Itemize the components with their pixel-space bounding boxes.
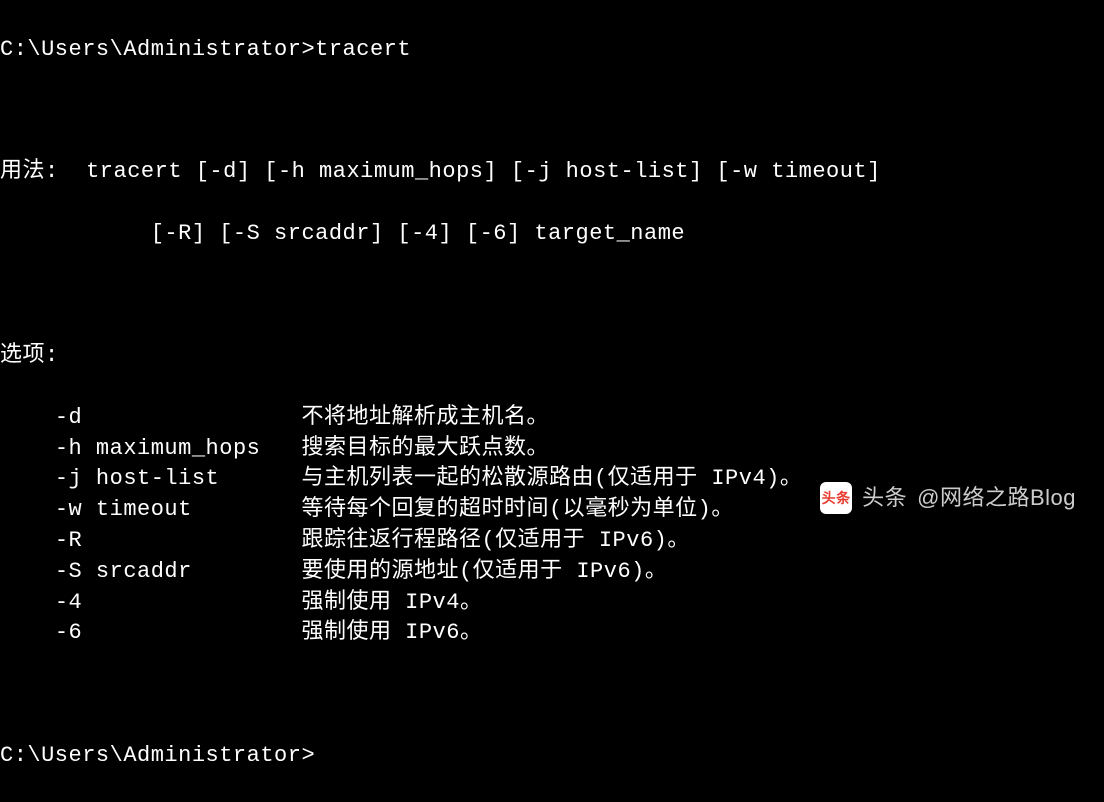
option-flag: -h maximum_hops — [55, 436, 302, 461]
usage-syntax-2: [-R] [-S srcaddr] [-4] [-6] target_name — [0, 221, 685, 246]
option-row: -h maximum_hops 搜索目标的最大跃点数。 — [0, 434, 1104, 465]
usage-label: 用法: — [0, 159, 59, 184]
command-text: tracert — [315, 37, 411, 62]
options-header: 选项: — [0, 341, 1104, 372]
option-desc: 搜索目标的最大跃点数。 — [301, 436, 549, 461]
option-desc: 不将地址解析成主机名。 — [301, 405, 549, 430]
option-flag: -j host-list — [55, 466, 302, 491]
watermark-author: @网络之路Blog — [917, 483, 1076, 514]
option-flag: -6 — [55, 620, 302, 645]
usage-syntax-1: tracert [-d] [-h maximum_hops] [-j host-… — [59, 159, 881, 184]
option-flag: -w timeout — [55, 497, 302, 522]
options-label: 选项: — [0, 343, 59, 368]
option-desc: 强制使用 IPv4。 — [301, 590, 482, 615]
blank-line — [0, 680, 1104, 710]
option-desc: 与主机列表一起的松散源路由(仅适用于 IPv4)。 — [301, 466, 802, 491]
option-row: -4 强制使用 IPv4。 — [0, 588, 1104, 619]
options-list: -d 不将地址解析成主机名。 -h maximum_hops 搜索目标的最大跃点… — [0, 403, 1104, 649]
toutiao-icon: 头条 — [820, 482, 852, 514]
prompt-line-2: C:\Users\Administrator> — [0, 741, 1104, 772]
option-row: -R 跟踪往返行程路径(仅适用于 IPv6)。 — [0, 526, 1104, 557]
option-flag: -R — [55, 528, 302, 553]
option-desc: 要使用的源地址(仅适用于 IPv6)。 — [301, 559, 667, 584]
option-row: -6 强制使用 IPv6。 — [0, 618, 1104, 649]
option-desc: 跟踪往返行程路径(仅适用于 IPv6)。 — [301, 528, 689, 553]
option-row: -d 不将地址解析成主机名。 — [0, 403, 1104, 434]
usage-line-2: [-R] [-S srcaddr] [-4] [-6] target_name — [0, 219, 1104, 250]
option-row: -S srcaddr 要使用的源地址(仅适用于 IPv6)。 — [0, 557, 1104, 588]
option-flag: -4 — [55, 590, 302, 615]
prompt-path: C:\Users\Administrator> — [0, 743, 315, 768]
option-flag: -S srcaddr — [55, 559, 302, 584]
blank-line — [0, 96, 1104, 126]
terminal-output[interactable]: C:\Users\Administrator>tracert 用法: trace… — [0, 4, 1104, 802]
option-flag: -d — [55, 405, 302, 430]
option-desc: 强制使用 IPv6。 — [301, 620, 482, 645]
watermark: 头条 头条 @网络之路Blog — [820, 482, 1076, 514]
option-desc: 等待每个回复的超时时间(以毫秒为单位)。 — [301, 497, 733, 522]
prompt-line: C:\Users\Administrator>tracert — [0, 35, 1104, 66]
watermark-label: 头条 — [862, 483, 907, 514]
prompt-path: C:\Users\Administrator> — [0, 37, 315, 62]
usage-line-1: 用法: tracert [-d] [-h maximum_hops] [-j h… — [0, 157, 1104, 188]
blank-line — [0, 280, 1104, 310]
